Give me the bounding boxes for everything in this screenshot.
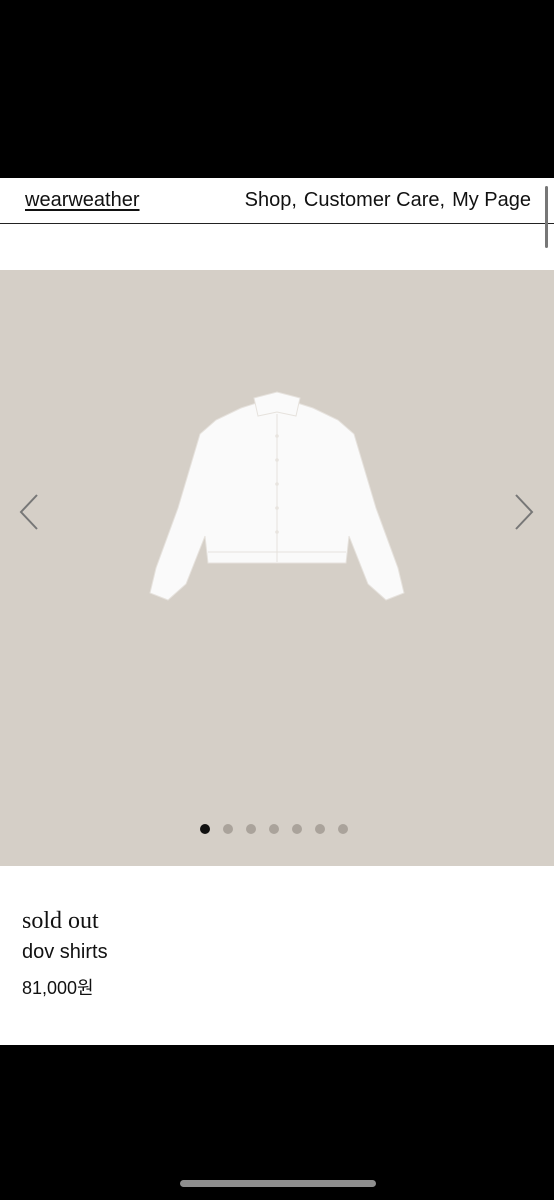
sold-out-badge: sold out xyxy=(22,908,99,934)
gallery-dot[interactable] xyxy=(223,824,233,834)
product-price: 81,000원 xyxy=(22,978,94,998)
chevron-right-icon[interactable] xyxy=(512,492,536,532)
status-bar-area xyxy=(0,0,554,178)
gallery-dot[interactable] xyxy=(338,824,348,834)
product-info: sold out dov shirts 81,000원 xyxy=(22,908,108,1000)
gallery-dot[interactable] xyxy=(315,824,325,834)
gallery-dot[interactable] xyxy=(269,824,279,834)
gallery-dot[interactable] xyxy=(246,824,256,834)
home-indicator[interactable] xyxy=(180,1180,376,1187)
gallery-pagination xyxy=(200,824,348,834)
nav-customer-care[interactable]: Customer Care, xyxy=(304,189,445,212)
gallery-dot[interactable] xyxy=(292,824,302,834)
product-image-gallery[interactable] xyxy=(0,270,554,866)
product-name: dov shirts xyxy=(22,941,108,963)
site-header: wearweather Shop, Customer Care, My Page xyxy=(0,178,554,248)
brand-logo-link[interactable]: wearweather xyxy=(25,189,140,212)
nav-my-page[interactable]: My Page xyxy=(452,189,531,212)
product-image xyxy=(149,391,405,601)
main-nav: Shop, Customer Care, My Page xyxy=(238,189,531,212)
chevron-left-icon[interactable] xyxy=(17,492,41,532)
scrollbar[interactable] xyxy=(545,186,548,248)
product-page: wearweather Shop, Customer Care, My Page xyxy=(0,178,554,1045)
gallery-dot[interactable] xyxy=(200,824,210,834)
nav-shop[interactable]: Shop, xyxy=(245,189,297,212)
